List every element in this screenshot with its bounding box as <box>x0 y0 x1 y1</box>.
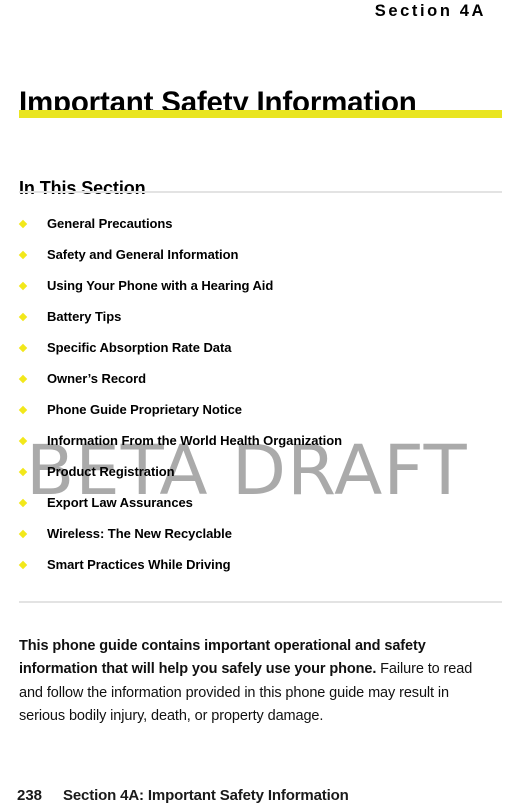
list-item[interactable]: Product Registration <box>18 456 502 487</box>
diamond-bullet-icon <box>18 343 28 353</box>
document-page: BETA DRAFT Section 4A Important Safety I… <box>0 0 505 811</box>
list-item[interactable]: Specific Absorption Rate Data <box>18 332 502 363</box>
list-item-label: Safety and General Information <box>47 247 239 262</box>
diamond-bullet-icon <box>18 436 28 446</box>
list-item-label: Battery Tips <box>47 309 122 324</box>
list-item-label: Smart Practices While Driving <box>47 557 231 572</box>
diamond-bullet-icon <box>18 281 28 291</box>
list-item[interactable]: General Precautions <box>18 208 502 239</box>
diamond-bullet-icon <box>18 529 28 539</box>
list-item[interactable]: Battery Tips <box>18 301 502 332</box>
diamond-bullet-icon <box>18 498 28 508</box>
list-item-label: General Precautions <box>47 216 173 231</box>
list-item-label: Product Registration <box>47 464 175 479</box>
footer-section-title: Section 4A: Important Safety Information <box>63 787 349 804</box>
diamond-bullet-icon <box>18 467 28 477</box>
in-this-section-heading: In This Section <box>19 177 146 198</box>
title-underline-rule <box>19 110 502 118</box>
list-item-label: Wireless: The New Recyclable <box>47 526 232 541</box>
diamond-bullet-icon <box>18 374 28 384</box>
list-item-label: Export Law Assurances <box>47 495 193 510</box>
section-divider-top <box>19 191 502 193</box>
list-item[interactable]: Export Law Assurances <box>18 487 502 518</box>
list-item[interactable]: Using Your Phone with a Hearing Aid <box>18 270 502 301</box>
diamond-bullet-icon <box>18 560 28 570</box>
list-item[interactable]: Wireless: The New Recyclable <box>18 518 502 549</box>
list-item-label: Owner’s Record <box>47 371 146 386</box>
page-footer: 238 Section 4A: Important Safety Informa… <box>0 787 505 811</box>
diamond-bullet-icon <box>18 405 28 415</box>
diamond-bullet-icon <box>18 250 28 260</box>
list-item-label: Using Your Phone with a Hearing Aid <box>47 278 274 293</box>
running-head-section-label: Section 4A <box>374 2 486 20</box>
list-item[interactable]: Phone Guide Proprietary Notice <box>18 394 502 425</box>
safety-notice-lead: This phone guide contains important oper… <box>19 637 426 678</box>
list-item-label: Information From the World Health Organi… <box>47 433 343 448</box>
list-item[interactable]: Safety and General Information <box>18 239 502 270</box>
list-item[interactable]: Information From the World Health Organi… <box>18 425 502 456</box>
list-item[interactable]: Owner’s Record <box>18 363 502 394</box>
folio-page-number: 238 <box>17 787 43 804</box>
in-this-section-list: General Precautions Safety and General In… <box>18 208 502 580</box>
diamond-bullet-icon <box>18 219 28 229</box>
safety-notice-paragraph: This phone guide contains important oper… <box>19 635 487 729</box>
list-item[interactable]: Smart Practices While Driving <box>18 549 502 580</box>
diamond-bullet-icon <box>18 312 28 322</box>
section-divider-bottom <box>19 601 502 603</box>
list-item-label: Specific Absorption Rate Data <box>47 340 232 355</box>
list-item-label: Phone Guide Proprietary Notice <box>47 402 242 417</box>
